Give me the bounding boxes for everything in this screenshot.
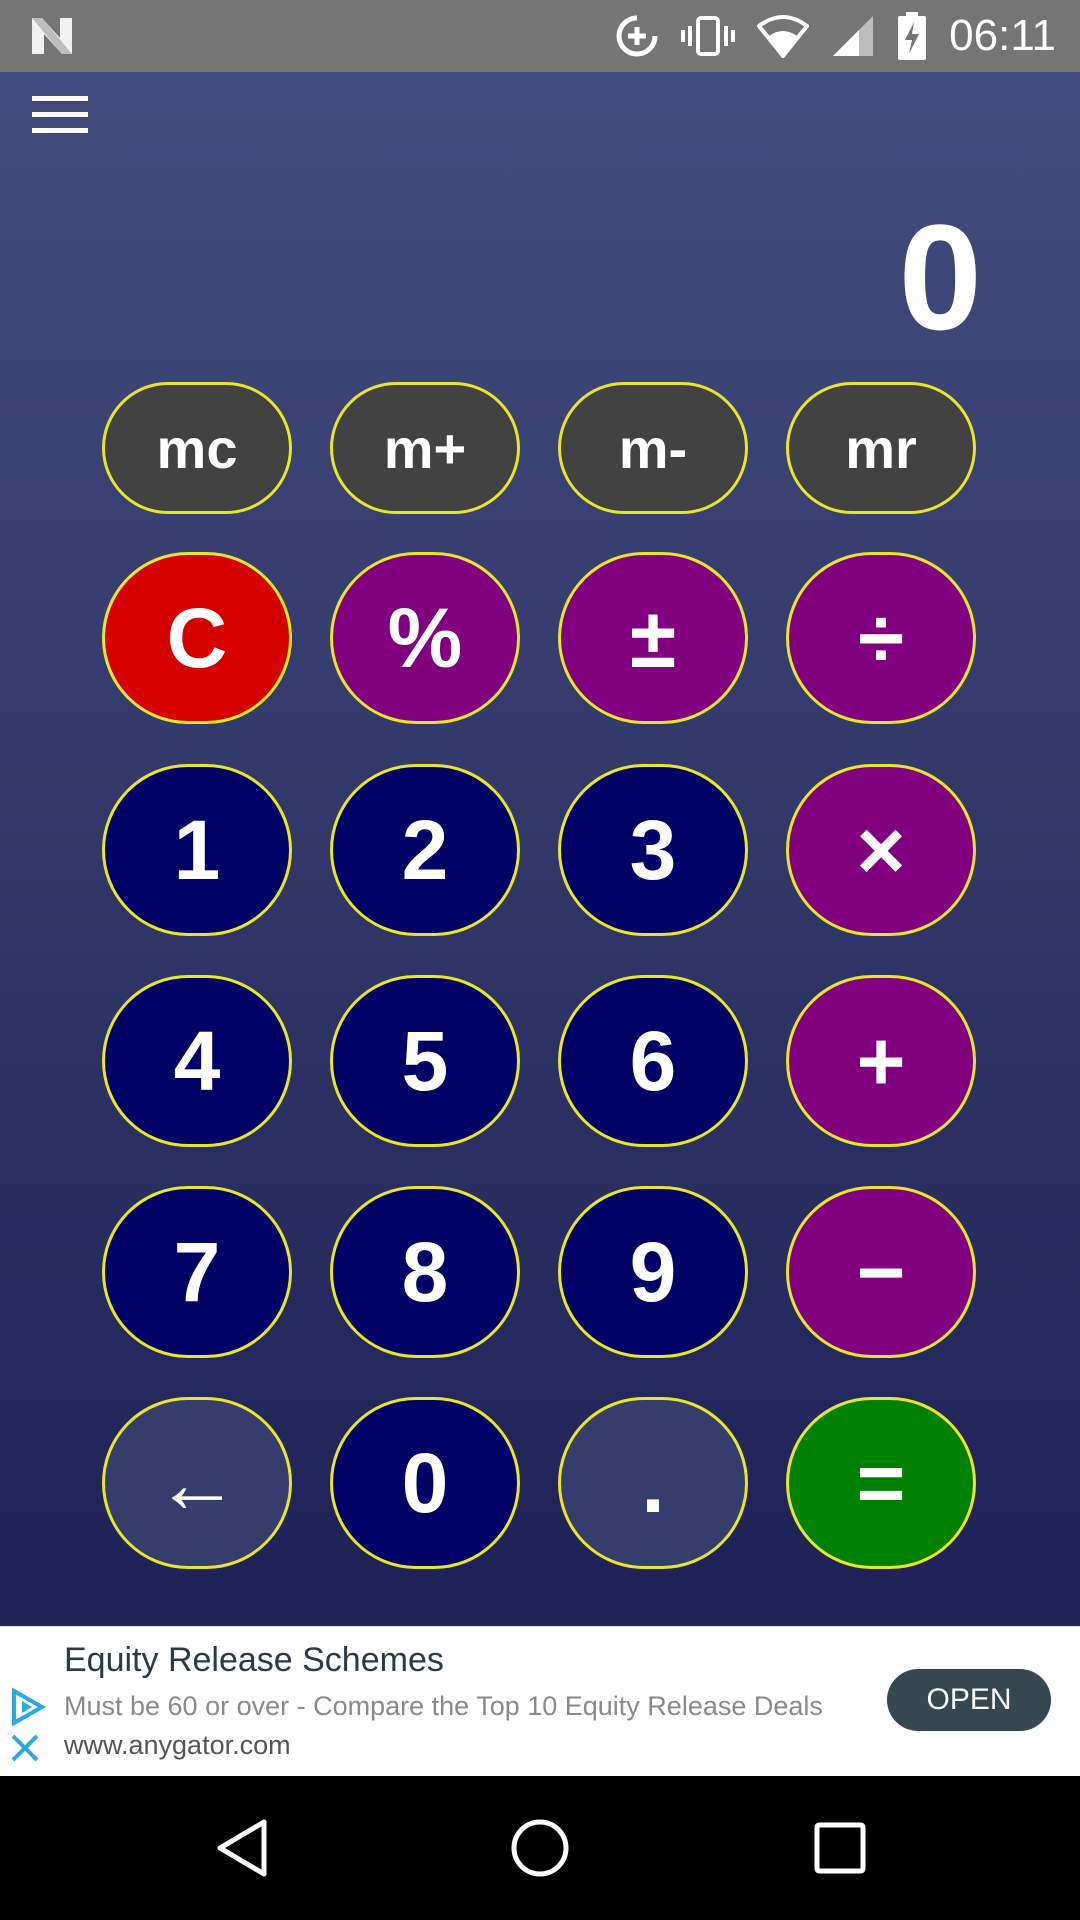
navigation-bar — [0, 1776, 1080, 1920]
digit-6-button[interactable]: 6 — [558, 975, 748, 1147]
data-saver-icon — [616, 15, 658, 57]
back-icon[interactable] — [212, 1816, 272, 1880]
backspace-button[interactable]: ← — [102, 1397, 292, 1569]
ad-description-text: Must be 60 or over - Compare the Top 10 … — [64, 1691, 823, 1721]
vibrate-icon — [681, 16, 736, 56]
divide-button[interactable]: ÷ — [786, 552, 976, 724]
digit-3-button[interactable]: 3 — [558, 764, 748, 936]
digit-1-button[interactable]: 1 — [102, 764, 292, 936]
status-time: 06:11 — [949, 11, 1056, 60]
percent-button[interactable]: % — [330, 552, 520, 724]
digit-9-button[interactable]: 9 — [558, 1186, 748, 1358]
memory-clear-button[interactable]: mc — [102, 382, 292, 514]
status-bar: 06:11 — [0, 0, 1080, 72]
digit-2-button[interactable]: 2 — [330, 764, 520, 936]
equals-button[interactable]: = — [786, 1397, 976, 1569]
memory-recall-button[interactable]: mr — [786, 382, 976, 514]
battery-charging-icon — [898, 12, 927, 60]
ad-title[interactable]: Equity Release Schemes — [64, 1641, 444, 1680]
digit-0-button[interactable]: 0 — [330, 1397, 520, 1569]
home-icon[interactable] — [508, 1816, 572, 1880]
plus-button[interactable]: + — [786, 975, 976, 1147]
adchoices-icon[interactable] — [8, 1687, 48, 1727]
decimal-button[interactable]: . — [558, 1397, 748, 1569]
memory-add-button[interactable]: m+ — [330, 382, 520, 514]
result-display: 0 — [898, 193, 982, 361]
recents-icon[interactable] — [812, 1816, 868, 1880]
status-icons: 06:11 — [615, 0, 1080, 72]
ad-description: Must be 60 or over - Compare the Top 10 … — [64, 1687, 824, 1765]
memory-subtract-button[interactable]: m- — [558, 382, 748, 514]
hamburger-menu-icon[interactable] — [32, 92, 88, 138]
digit-4-button[interactable]: 4 — [102, 975, 292, 1147]
n-logo-icon — [32, 18, 72, 54]
cell-signal-icon — [833, 16, 874, 56]
ad-close-icon[interactable] — [10, 1733, 40, 1763]
calculator-app: 0 mc m+ m- mr C % ± ÷ 1 2 3 × 4 5 6 + 7 … — [0, 72, 1080, 1626]
digit-8-button[interactable]: 8 — [330, 1186, 520, 1358]
ad-open-button[interactable]: OPEN — [887, 1669, 1051, 1731]
minus-button[interactable]: − — [786, 1186, 976, 1358]
digit-7-button[interactable]: 7 — [102, 1186, 292, 1358]
plus-minus-button[interactable]: ± — [558, 552, 748, 724]
multiply-button[interactable]: × — [786, 764, 976, 936]
digit-5-button[interactable]: 5 — [330, 975, 520, 1147]
ad-url[interactable]: www.anygator.com — [64, 1730, 291, 1760]
wifi-icon — [757, 15, 810, 58]
ad-banner[interactable]: Equity Release Schemes Must be 60 or ove… — [0, 1626, 1080, 1777]
clear-button[interactable]: C — [102, 552, 292, 724]
